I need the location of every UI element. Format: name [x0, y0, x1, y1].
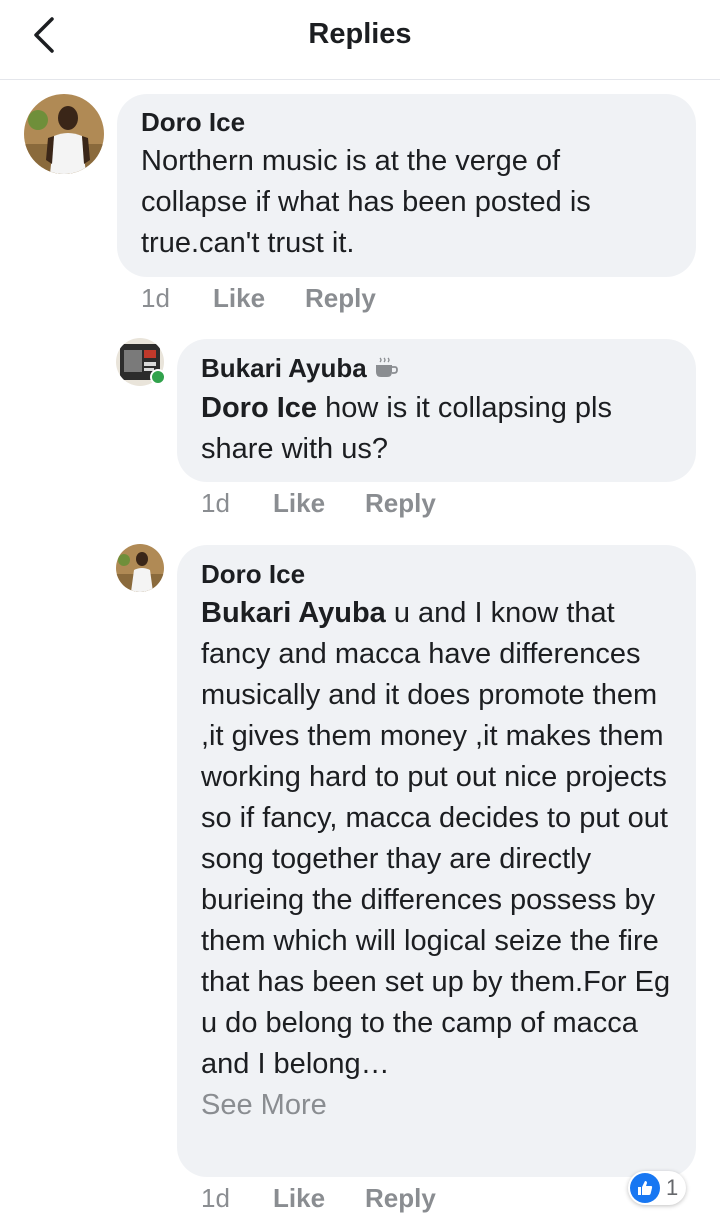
reaction-count: 1	[666, 1175, 679, 1200]
comment-time: 1d	[141, 282, 170, 313]
reply-button[interactable]: Reply	[365, 1183, 436, 1214]
like-button[interactable]: Like	[273, 1183, 325, 1214]
comment-text: Doro Ice how is it collapsing pls share …	[201, 392, 613, 465]
comment-time: 1d	[201, 1182, 230, 1213]
comment-author[interactable]: Doro Ice	[201, 559, 672, 589]
mention-link[interactable]: Bukari Ayuba	[201, 597, 386, 629]
comment-time: 1d	[201, 487, 230, 518]
comment-author[interactable]: Doro Ice	[141, 107, 672, 137]
mention-link[interactable]: Doro Ice	[201, 392, 317, 424]
like-button[interactable]: Like	[273, 488, 325, 519]
comment-bubble: Bukari Ayuba Doro Ice how is it collapsi…	[177, 339, 696, 482]
comment-actions: 1d Like Reply	[201, 1180, 476, 1216]
chevron-left-icon	[34, 17, 54, 53]
reply-button[interactable]: Reply	[305, 283, 376, 314]
thumbs-up-icon	[630, 1173, 660, 1203]
comment-text: Northern music is at the verge of collap…	[141, 145, 591, 259]
comment-text: Bukari Ayuba u and I know that fancy and…	[201, 597, 671, 1080]
reply-button[interactable]: Reply	[365, 488, 436, 519]
comment-actions: 1d Like Reply	[201, 485, 476, 521]
avatar[interactable]	[24, 94, 104, 174]
like-button[interactable]: Like	[213, 283, 265, 314]
avatar[interactable]	[116, 544, 164, 592]
page-title: Replies	[308, 18, 412, 50]
comment-bubble: Doro Ice Bukari Ayuba u and I know that …	[177, 545, 696, 1177]
back-button[interactable]	[22, 10, 66, 60]
comment-bubble: Doro Ice Northern music is at the verge …	[117, 94, 696, 277]
header-bar: Replies	[0, 0, 720, 80]
see-more-link[interactable]: See More	[201, 1085, 672, 1126]
comment-author[interactable]: Bukari Ayuba	[201, 353, 367, 383]
comment-actions: 1d Like Reply	[141, 280, 416, 316]
online-status-icon	[150, 369, 166, 385]
coffee-cup-icon	[375, 357, 398, 377]
